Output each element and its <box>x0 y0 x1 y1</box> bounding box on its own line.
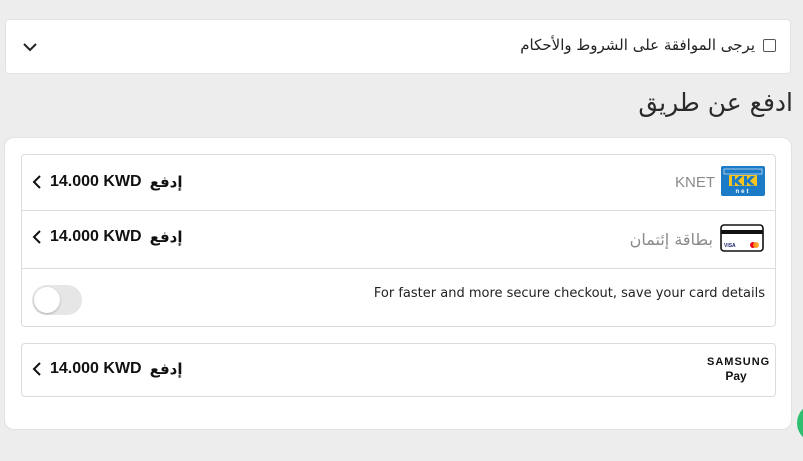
pay-button-knet[interactable]: 14.000 KWD إدفع <box>32 173 183 191</box>
svg-text:VISA: VISA <box>724 243 736 249</box>
svg-text:net: net <box>736 189 751 195</box>
method-name-knet: KNET <box>674 174 715 191</box>
payment-method-knet[interactable]: 14.000 KWD إدفع KNET net <box>22 155 775 210</box>
payment-method-credit-card[interactable]: 14.000 KWD إدفع بطاقة إئتمان VISA <box>22 211 775 268</box>
chevron-left-icon <box>32 230 41 244</box>
samsung-pay-logo: SAMSUNG Pay <box>707 356 771 383</box>
chevron-left-icon <box>32 175 41 189</box>
pay-word: إدفع <box>149 228 183 246</box>
chevron-down-icon[interactable] <box>21 38 39 56</box>
method-name-credit-card: بطاقة إئتمان <box>629 230 713 249</box>
knet-logo: net <box>721 166 765 196</box>
payment-method-samsung-pay[interactable]: 14.000 KWD إدفع SAMSUNG Pay <box>21 343 776 397</box>
pay-amount: 14.000 KWD <box>50 360 142 377</box>
save-card-toggle[interactable] <box>32 285 82 315</box>
pay-button-samsung-pay[interactable]: 14.000 KWD إدفع <box>32 360 183 378</box>
samsung-word: SAMSUNG <box>707 356 771 368</box>
terms-card: يرجى الموافقة على الشروط والأحكام <box>5 19 791 74</box>
payment-methods-card: 14.000 KWD إدفع KNET net 14.000 KWD إدفع… <box>4 137 792 430</box>
credit-card-icon: VISA <box>720 224 764 252</box>
toggle-knob <box>34 287 60 313</box>
help-chat-button[interactable] <box>797 403 803 443</box>
terms-checkbox[interactable] <box>763 38 776 52</box>
pay-amount: 14.000 KWD <box>50 228 142 245</box>
save-card-row: For faster and more secure checkout, sav… <box>22 269 775 328</box>
payment-group-main: 14.000 KWD إدفع KNET net 14.000 KWD إدفع… <box>21 154 776 327</box>
terms-agreement[interactable]: يرجى الموافقة على الشروط والأحكام <box>520 36 776 54</box>
pay-by-title: ادفع عن طريق <box>638 88 793 117</box>
pay-button-credit-card[interactable]: 14.000 KWD إدفع <box>32 228 183 246</box>
pay-word: إدفع <box>149 173 183 191</box>
chevron-left-icon <box>32 362 41 376</box>
samsung-pay-word: Pay <box>725 369 747 383</box>
save-card-label: For faster and more secure checkout, sav… <box>373 286 765 301</box>
pay-word: إدفع <box>149 360 183 378</box>
pay-amount: 14.000 KWD <box>50 173 142 190</box>
terms-label: يرجى الموافقة على الشروط والأحكام <box>520 36 755 54</box>
